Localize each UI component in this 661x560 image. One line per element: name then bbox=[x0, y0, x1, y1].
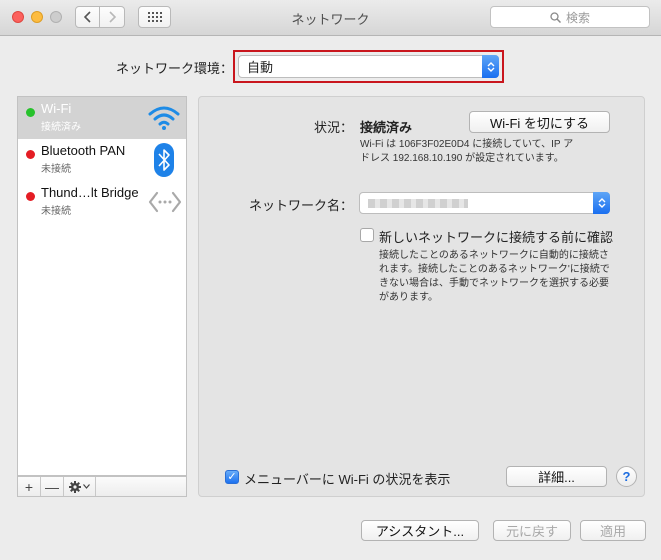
status-description-line1: Wi-Fi は 106F3F02E0D4 に接続していて、IP ア bbox=[360, 139, 574, 150]
action-menu-button[interactable] bbox=[64, 477, 96, 496]
assistant-button[interactable]: アシスタント... bbox=[361, 520, 479, 541]
show-all-button[interactable] bbox=[138, 6, 171, 28]
bluetooth-icon bbox=[154, 143, 174, 177]
service-name: Wi-Fi bbox=[41, 101, 72, 116]
service-name: Thund…lt Bridge bbox=[41, 185, 139, 200]
service-item-wifi[interactable]: Wi-Fi 接続済み bbox=[18, 97, 186, 139]
ask-to-join-description-line1: 接続したことのあるネットワークに自動的に接続さ bbox=[379, 250, 609, 261]
chevron-right-icon bbox=[109, 11, 116, 23]
bridge-icon bbox=[148, 191, 182, 213]
wifi-icon bbox=[148, 106, 180, 130]
show-in-menubar-checkbox[interactable]: ✓ bbox=[225, 470, 239, 484]
status-dot-disconnected bbox=[26, 192, 35, 201]
search-placeholder: 検索 bbox=[565, 10, 590, 25]
chevron-down-icon bbox=[83, 484, 90, 489]
grid-icon bbox=[147, 12, 162, 22]
help-button[interactable]: ? bbox=[616, 466, 637, 487]
title-bar: ネットワーク 検索 bbox=[0, 0, 661, 36]
ask-to-join-description-line4: があります。 bbox=[379, 292, 438, 303]
status-dot-disconnected bbox=[26, 150, 35, 159]
service-item-thunderbolt-bridge[interactable]: Thund…lt Bridge 未接続 bbox=[18, 181, 186, 223]
chevron-left-icon bbox=[83, 11, 91, 23]
zoom-button[interactable] bbox=[50, 11, 62, 23]
service-list: Wi-Fi 接続済み Bluetooth PAN 未接続 Thund…lt Br… bbox=[17, 96, 187, 476]
service-status: 未接続 bbox=[41, 206, 71, 217]
advanced-button[interactable]: 詳細... bbox=[506, 466, 607, 487]
show-in-menubar-label: メニューバーに Wi-Fi の状況を表示 bbox=[244, 472, 451, 487]
search-field[interactable]: 検索 bbox=[490, 6, 650, 28]
service-name: Bluetooth PAN bbox=[41, 143, 126, 158]
status-label: 状況： bbox=[314, 120, 354, 135]
add-service-button[interactable]: + bbox=[18, 477, 41, 496]
close-button[interactable] bbox=[12, 11, 24, 23]
service-status: 未接続 bbox=[41, 164, 71, 175]
ask-to-join-label: 新しいネットワークに接続する前に確認 bbox=[379, 230, 614, 245]
gear-icon bbox=[69, 480, 81, 493]
status-value: 接続済み bbox=[360, 120, 413, 135]
search-icon bbox=[550, 11, 561, 23]
location-value: 自動 bbox=[247, 60, 274, 75]
updown-arrows-icon bbox=[593, 192, 610, 214]
location-popup[interactable]: 自動 bbox=[238, 55, 499, 78]
remove-service-button[interactable]: — bbox=[41, 477, 64, 496]
network-name-popup[interactable] bbox=[359, 192, 610, 214]
checkmark-icon: ✓ bbox=[227, 470, 237, 483]
turn-off-wifi-button[interactable]: Wi-Fi を切にする bbox=[469, 111, 610, 133]
detail-panel: 状況： 接続済み Wi-Fi を切にする Wi-Fi は 106F3F02E0D… bbox=[198, 96, 645, 497]
ask-to-join-description-line3: きない場合は、手動でネットワークを選択する必要 bbox=[379, 278, 609, 289]
back-button[interactable] bbox=[75, 6, 100, 28]
status-dot-connected bbox=[26, 108, 35, 117]
revert-button[interactable]: 元に戻す bbox=[493, 520, 571, 541]
ask-to-join-checkbox[interactable] bbox=[360, 228, 374, 242]
location-label: ネットワーク環境： bbox=[116, 61, 234, 76]
forward-button[interactable] bbox=[100, 6, 125, 28]
minimize-button[interactable] bbox=[31, 11, 43, 23]
status-description-line2: ドレス 192.168.10.190 が設定されています。 bbox=[360, 153, 564, 164]
ask-to-join-description-line2: れます。接続したことのあるネットワーク'に接続で bbox=[379, 264, 610, 275]
network-name-label: ネットワーク名： bbox=[249, 198, 354, 213]
service-list-toolbar: + — bbox=[17, 476, 187, 497]
service-item-bluetooth-pan[interactable]: Bluetooth PAN 未接続 bbox=[18, 139, 186, 181]
updown-arrows-icon bbox=[482, 55, 499, 78]
apply-button[interactable]: 適用 bbox=[580, 520, 646, 541]
network-name-redacted bbox=[368, 198, 468, 208]
service-status: 接続済み bbox=[41, 122, 81, 133]
